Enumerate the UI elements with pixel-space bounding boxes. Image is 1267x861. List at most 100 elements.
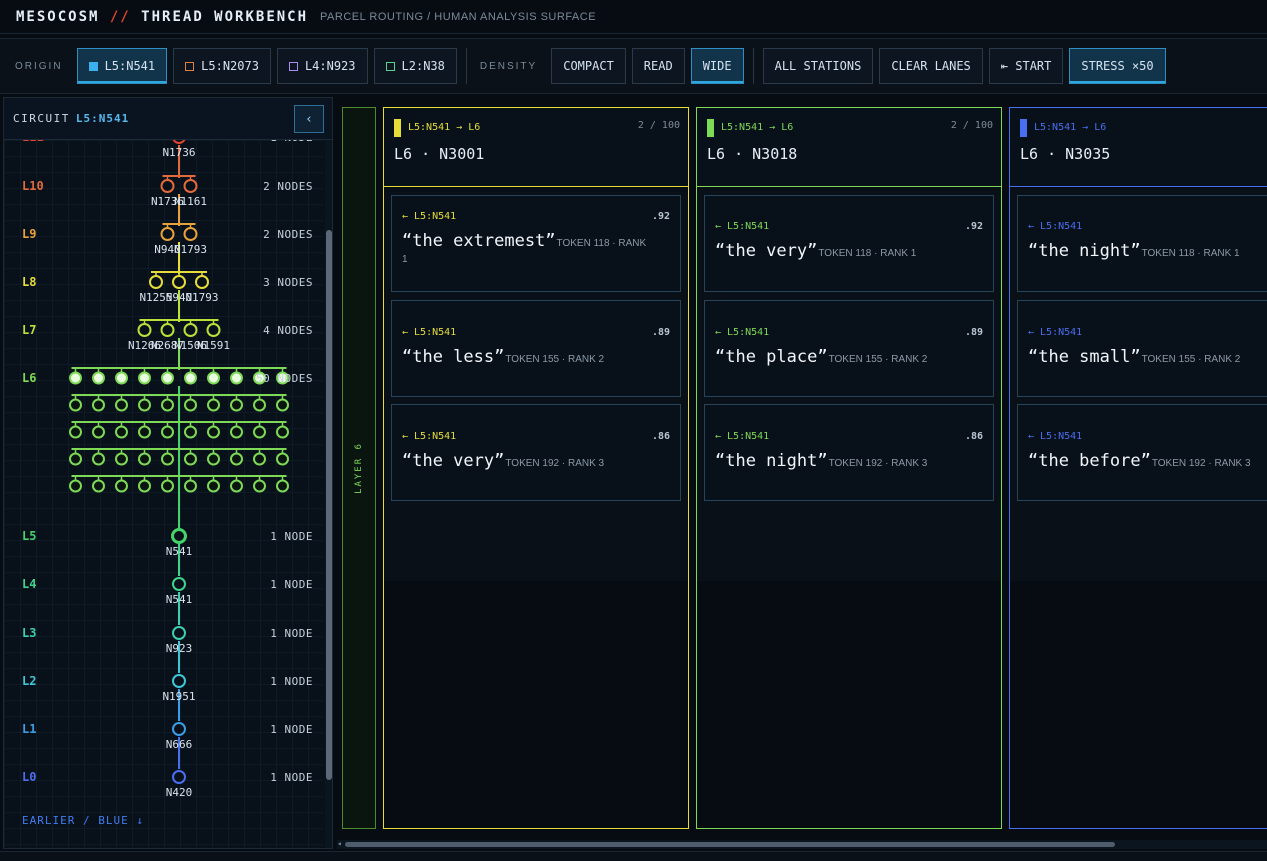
- graph-node[interactable]: [138, 371, 151, 385]
- graph-node[interactable]: [115, 398, 128, 412]
- graph-node[interactable]: [92, 479, 105, 493]
- graph-node[interactable]: [206, 323, 221, 337]
- action-button[interactable]: STRESS ×50: [1069, 48, 1166, 84]
- graph-node[interactable]: [69, 425, 82, 439]
- graph-node[interactable]: [160, 179, 175, 193]
- token-card[interactable]: ← L5:N541 .86 “the night”TOKEN 192 · RANK …: [704, 404, 994, 501]
- action-button[interactable]: ALL STATIONS: [762, 48, 874, 84]
- graph-node[interactable]: [160, 323, 175, 337]
- graph-node[interactable]: [115, 452, 128, 466]
- action-button[interactable]: ⇤ START: [988, 48, 1064, 84]
- graph-node[interactable]: [92, 398, 105, 412]
- action-group: ALL STATIONS CLEAR LANES ⇤ START STRESS ×50: [762, 48, 1166, 84]
- graph-node[interactable]: [137, 323, 152, 337]
- graph-node[interactable]: [184, 452, 197, 466]
- graph-node[interactable]: [253, 398, 266, 412]
- graph-node[interactable]: [161, 452, 174, 466]
- graph-node[interactable]: [276, 479, 289, 493]
- graph-node[interactable]: [230, 398, 243, 412]
- graph-node[interactable]: [160, 227, 175, 241]
- lane-column[interactable]: L5:N541 → L6 2 / 100 L6 · N3001 ← L5:N541 .9…: [383, 107, 689, 829]
- graph-node[interactable]: [276, 452, 289, 466]
- graph-node[interactable]: [161, 398, 174, 412]
- origin-button[interactable]: L2:N38: [373, 48, 457, 84]
- graph-node[interactable]: [115, 479, 128, 493]
- graph-node[interactable]: [172, 674, 186, 688]
- graph-node[interactable]: [195, 275, 209, 289]
- graph-node[interactable]: [69, 479, 82, 493]
- graph-node[interactable]: [207, 452, 220, 466]
- graph-node[interactable]: [172, 770, 186, 784]
- layer-label: L9: [22, 227, 37, 241]
- token-card[interactable]: ← L5:N541 .89 “the less”TOKEN 155 · RANK 2: [391, 300, 681, 397]
- graph-node[interactable]: [253, 425, 266, 439]
- graph-node[interactable]: [172, 577, 186, 591]
- graph-node[interactable]: [115, 425, 128, 439]
- graph-node[interactable]: [172, 626, 186, 640]
- origin-button[interactable]: L4:N923: [276, 48, 368, 84]
- action-button[interactable]: CLEAR LANES: [879, 48, 983, 84]
- graph-node[interactable]: [276, 425, 289, 439]
- scrollbar-thumb[interactable]: [326, 230, 332, 780]
- token-card[interactable]: ← L5:N541 .86 “the very”TOKEN 192 · RANK 3: [391, 404, 681, 501]
- graph-node[interactable]: [115, 371, 128, 385]
- token-card[interactable]: ← L5:N541 “the night”TOKEN 118 · RANK 1: [1017, 195, 1267, 292]
- token-card[interactable]: ← L5:N541 .92 “the extremest”TOKEN 118 · R…: [391, 195, 681, 292]
- lanes-scrollbar[interactable]: ◂: [337, 839, 1267, 849]
- graph-node[interactable]: [92, 452, 105, 466]
- token-card[interactable]: ← L5:N541 “the before”TOKEN 192 · RANK 3: [1017, 404, 1267, 501]
- graph-node[interactable]: [92, 371, 105, 385]
- density-button[interactable]: COMPACT: [551, 48, 626, 84]
- graph-node[interactable]: [69, 371, 82, 385]
- collapse-panel-button[interactable]: ‹: [294, 105, 324, 133]
- graph-node[interactable]: [230, 452, 243, 466]
- graph-node[interactable]: [171, 528, 187, 544]
- graph-node[interactable]: [276, 398, 289, 412]
- graph-node[interactable]: [161, 371, 174, 385]
- graph-node[interactable]: [161, 425, 174, 439]
- graph-node[interactable]: [253, 479, 266, 493]
- graph-node[interactable]: [172, 140, 186, 144]
- graph-node[interactable]: [92, 425, 105, 439]
- graph-node[interactable]: [183, 227, 198, 241]
- lane-column[interactable]: L5:N541 → L6 2 / 100 L6 · N3018 ← L5:N541 .9…: [696, 107, 1002, 829]
- token-card[interactable]: ← L5:N541 .89 “the place”TOKEN 155 · RANK …: [704, 300, 994, 397]
- graph-node[interactable]: [138, 398, 151, 412]
- density-button[interactable]: READ: [631, 48, 685, 84]
- graph-node[interactable]: [184, 425, 197, 439]
- scroll-left-icon[interactable]: ◂: [337, 839, 342, 848]
- graph-node[interactable]: [207, 479, 220, 493]
- graph-node[interactable]: [183, 323, 198, 337]
- graph-node[interactable]: [253, 452, 266, 466]
- graph-node[interactable]: [138, 479, 151, 493]
- graph-node[interactable]: [69, 398, 82, 412]
- graph-node[interactable]: [172, 722, 186, 736]
- graph-node[interactable]: [138, 452, 151, 466]
- graph-node[interactable]: [207, 371, 220, 385]
- graph-node[interactable]: [184, 398, 197, 412]
- token-card[interactable]: ← L5:N541 “the small”TOKEN 155 · RANK 2: [1017, 300, 1267, 397]
- graph-node[interactable]: [230, 371, 243, 385]
- graph-node[interactable]: [207, 425, 220, 439]
- layer-label: L5: [22, 529, 37, 543]
- density-button[interactable]: WIDE: [690, 48, 744, 84]
- graph-node[interactable]: [184, 479, 197, 493]
- graph-node[interactable]: [149, 275, 163, 289]
- card-phrase: “the less”TOKEN 155 · RANK 2: [402, 347, 604, 367]
- layer-rail[interactable]: LAYER 6: [342, 107, 376, 829]
- graph-node[interactable]: [230, 425, 243, 439]
- graph-node[interactable]: [207, 398, 220, 412]
- graph-node[interactable]: [172, 275, 186, 289]
- graph-node[interactable]: [138, 425, 151, 439]
- graph-node[interactable]: [230, 479, 243, 493]
- origin-button[interactable]: L5:N2073: [173, 48, 271, 84]
- scrollbar-thumb[interactable]: [345, 842, 1115, 847]
- graph-node[interactable]: [183, 179, 198, 193]
- graph-node[interactable]: [161, 479, 174, 493]
- graph-node[interactable]: [69, 452, 82, 466]
- origin-button[interactable]: L5:N541: [76, 48, 168, 84]
- token-card[interactable]: ← L5:N541 .92 “the very”TOKEN 118 · RANK 1: [704, 195, 994, 292]
- circuit-scrollbar[interactable]: [325, 140, 332, 848]
- graph-node[interactable]: [184, 371, 197, 385]
- lane-column[interactable]: L5:N541 → L6 L6 · N3035 ← L5:N541 “the nigh…: [1009, 107, 1267, 829]
